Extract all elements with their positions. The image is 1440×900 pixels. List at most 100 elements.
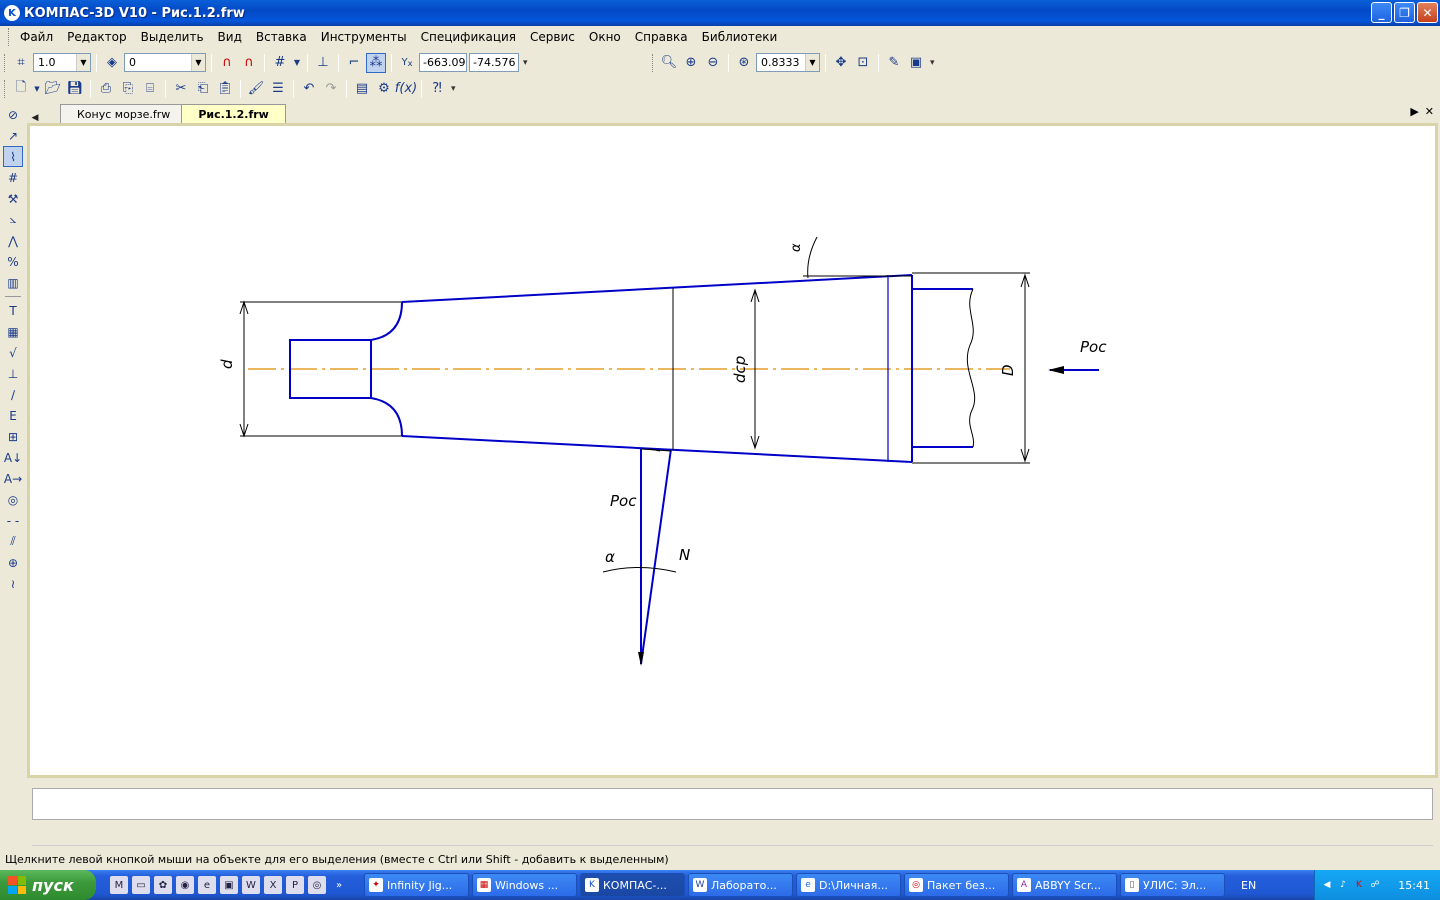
more-icon[interactable]: »	[330, 876, 348, 894]
symbols-icon[interactable]: ⌇	[3, 146, 23, 167]
edit-icon[interactable]: #	[3, 167, 23, 188]
cursor-step-icon[interactable]: ⌗	[11, 53, 31, 73]
pan-icon[interactable]: ✥	[831, 53, 851, 73]
save-icon[interactable]: ▣	[220, 876, 238, 894]
coord-y-field[interactable]: -74.576	[469, 53, 519, 72]
speaker-icon[interactable]: ◀	[1321, 879, 1333, 891]
ie-icon[interactable]: e	[198, 876, 216, 894]
toolbar-overflow-icon[interactable]: ▾	[523, 58, 528, 68]
properties-icon[interactable]: ☰	[268, 79, 288, 99]
print-preview-icon[interactable]: ⎘	[118, 79, 138, 99]
help-cursor-icon[interactable]: ⁈	[427, 79, 447, 99]
properties-panel[interactable]	[32, 788, 1433, 820]
layer-combo[interactable]: 0 ▼	[124, 53, 206, 72]
tab-scroll-left-icon[interactable]: ◀	[28, 113, 42, 123]
axis-line-icon[interactable]: - -	[3, 510, 23, 531]
save-icon[interactable]: 💾︎	[65, 79, 85, 99]
zoom-combo[interactable]: 0.8333 ▼	[756, 53, 820, 72]
table-icon[interactable]: ▦	[3, 321, 23, 342]
select-icon[interactable]: ⋀	[3, 230, 23, 251]
firefox-icon[interactable]: ◉	[176, 876, 194, 894]
toolbar-overflow-icon[interactable]: ▾	[451, 84, 456, 94]
print-icon[interactable]: ⎙	[96, 79, 116, 99]
snap-magnet-icon[interactable]: ∩	[217, 53, 237, 73]
menu-window[interactable]: Окно	[582, 30, 628, 44]
tab-fig-1-2[interactable]: Рис.1.2.frw	[181, 104, 286, 123]
menu-select[interactable]: Выделить	[134, 30, 211, 44]
hatch-icon[interactable]: ⫽	[3, 531, 23, 552]
restore-button[interactable]: ❐	[1394, 2, 1415, 23]
layers-icon[interactable]: ◈	[102, 53, 122, 73]
open-file-icon[interactable]: 📂︎	[43, 79, 63, 99]
cut-icon[interactable]: ✂	[171, 79, 191, 99]
minimize-button[interactable]: _	[1371, 2, 1392, 23]
excel-icon[interactable]: X	[264, 876, 282, 894]
task-abbyy[interactable]: A ABBYY Scr...	[1012, 873, 1117, 897]
package-icon[interactable]: ◎	[308, 876, 326, 894]
library-manager-icon[interactable]: ⚙	[374, 79, 394, 99]
text-icon[interactable]: T	[3, 300, 23, 321]
menu-insert[interactable]: Вставка	[249, 30, 314, 44]
position-leader-icon[interactable]: E	[3, 405, 23, 426]
menu-tools[interactable]: Инструменты	[314, 30, 414, 44]
zoom-in-icon[interactable]: ⊕	[681, 53, 701, 73]
local-cs-icon[interactable]: ⊥	[313, 53, 333, 73]
network-icon[interactable]: ☍	[1369, 879, 1381, 891]
zoom-scale-icon[interactable]: ⊛	[734, 53, 754, 73]
center-mark-icon[interactable]: ⊕	[3, 552, 23, 573]
grid-icon[interactable]: #	[270, 53, 290, 73]
task-laboratory[interactable]: W Лаборато...	[688, 873, 793, 897]
roughness-icon[interactable]: √	[3, 342, 23, 363]
variables-fx-icon[interactable]: f(x)	[395, 79, 417, 99]
language-indicator[interactable]: EN	[1241, 879, 1256, 892]
geometry-icon[interactable]: ⊘	[3, 104, 23, 125]
word-icon[interactable]: W	[242, 876, 260, 894]
chevron-down-icon[interactable]: ▼	[292, 53, 302, 73]
ortho-mode-icon[interactable]: ⌐	[344, 53, 364, 73]
view-manager-icon[interactable]: ▣	[906, 53, 926, 73]
dimensions-icon[interactable]: ↗	[3, 125, 23, 146]
step-combo[interactable]: 1.0 ▼	[33, 53, 91, 72]
coord-x-field[interactable]: -663.09	[419, 53, 467, 72]
menu-view[interactable]: Вид	[211, 30, 249, 44]
task-personal-folder[interactable]: e D:\Личная...	[796, 873, 901, 897]
menu-file[interactable]: Файл	[13, 30, 60, 44]
wave-line-icon[interactable]: ≀	[3, 573, 23, 594]
redo-icon[interactable]: ↷	[321, 79, 341, 99]
cut-line-icon[interactable]: A↓	[3, 447, 23, 468]
undo-icon[interactable]: ↶	[299, 79, 319, 99]
leader-icon[interactable]: ∕	[3, 384, 23, 405]
task-kompas[interactable]: K КОМПАС-...	[580, 873, 685, 897]
menu-libraries[interactable]: Библиотеки	[695, 30, 785, 44]
messenger-icon[interactable]: ✿	[154, 876, 172, 894]
volume-icon[interactable]: ♪	[1337, 879, 1349, 891]
chevron-down-icon[interactable]: ▼	[191, 54, 205, 71]
copy-properties-icon[interactable]: 🖌︎	[246, 79, 266, 99]
base-icon[interactable]: ⊥	[3, 363, 23, 384]
snap-magnet-off-icon[interactable]: ∩	[239, 53, 259, 73]
toolbar-overflow-icon[interactable]: ▾	[930, 58, 935, 68]
chevron-down-icon[interactable]: ▼	[33, 79, 41, 99]
drawing-svg[interactable]: d dср D Pос Pос α α N	[30, 126, 1435, 775]
desktop-icon[interactable]: ▭	[132, 876, 150, 894]
task-infinity-jigsaw[interactable]: ✦ Infinity Jig...	[364, 873, 469, 897]
drawing-canvas[interactable]: d dср D Pос Pос α α N	[27, 123, 1438, 778]
menu-service[interactable]: Сервис	[523, 30, 582, 44]
chevron-down-icon[interactable]: ▼	[805, 54, 819, 71]
powerpoint-icon[interactable]: P	[286, 876, 304, 894]
close-document-icon[interactable]: ✕	[1425, 105, 1434, 118]
break-line-icon[interactable]: ◎	[3, 489, 23, 510]
copy-icon[interactable]: ⎗	[193, 79, 213, 99]
clock[interactable]: 15:41	[1398, 879, 1430, 892]
chevron-down-icon[interactable]: ▼	[76, 54, 90, 71]
start-button[interactable]: пуск	[0, 870, 96, 900]
menu-help[interactable]: Справка	[628, 30, 695, 44]
parametrization-icon[interactable]: ⚒	[3, 188, 23, 209]
zoom-all-icon[interactable]: ⊡	[853, 53, 873, 73]
view-arrow-icon[interactable]: A→	[3, 468, 23, 489]
associative-view-icon[interactable]: %	[3, 251, 23, 272]
task-ulis[interactable]: ▯ УЛИС: Эл...	[1120, 873, 1225, 897]
quick-launch-icon[interactable]: M	[110, 876, 128, 894]
menu-editor[interactable]: Редактор	[60, 30, 133, 44]
task-package[interactable]: ◎ Пакет без...	[904, 873, 1009, 897]
